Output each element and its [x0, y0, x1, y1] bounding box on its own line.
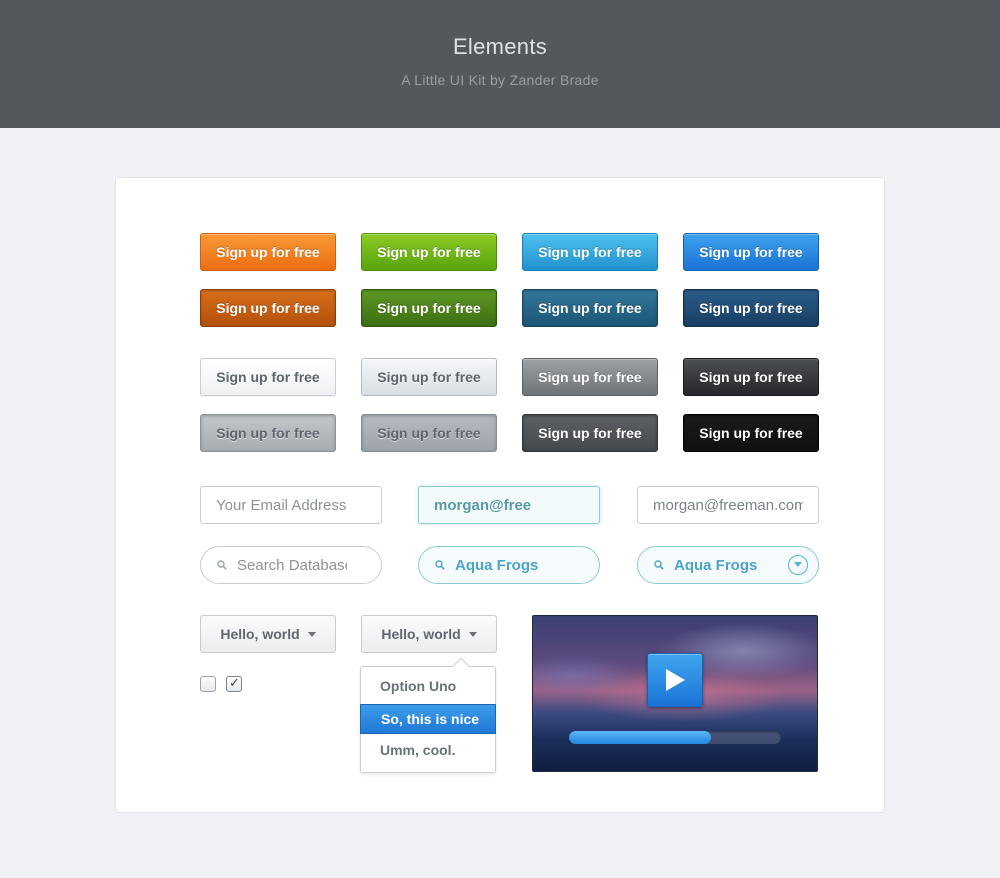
signup-button-orange[interactable]: Sign up for free — [200, 233, 336, 271]
search-icon — [652, 558, 666, 572]
dropdown-button-open[interactable]: Hello, world — [361, 615, 497, 653]
page-subtitle: A Little UI Kit by Zander Brade — [401, 72, 599, 88]
signup-button-black[interactable]: Sign up for free — [683, 358, 819, 396]
checkbox-unchecked[interactable] — [200, 676, 216, 692]
search-aqua-dropdown-field[interactable] — [637, 546, 819, 584]
menu-item-selected[interactable]: So, this is nice — [360, 704, 496, 734]
dropdown-label: Hello, world — [220, 626, 300, 642]
elements-card: Sign up for free Sign up for free Sign u… — [115, 177, 885, 813]
email-input-focused[interactable] — [418, 486, 600, 524]
chevron-down-icon[interactable] — [788, 555, 808, 575]
signup-button-cyan-pressed[interactable]: Sign up for free — [522, 289, 658, 327]
search-aqua-field[interactable] — [418, 546, 600, 584]
signup-button-gray[interactable]: Sign up for free — [522, 358, 658, 396]
video-progress-bar[interactable] — [569, 731, 781, 744]
search-input[interactable] — [237, 556, 347, 574]
dropdown-button[interactable]: Hello, world — [200, 615, 336, 653]
signup-button-white[interactable]: Sign up for free — [200, 358, 336, 396]
chevron-down-icon — [307, 631, 316, 637]
play-icon — [666, 669, 685, 691]
signup-button-silver[interactable]: Sign up for free — [361, 358, 497, 396]
search-input-aqua-dropdown[interactable] — [674, 556, 784, 574]
check-icon: ✓ — [229, 675, 240, 690]
signup-button-blue[interactable]: Sign up for free — [683, 233, 819, 271]
signup-button-green-pressed[interactable]: Sign up for free — [361, 289, 497, 327]
search-input-aqua[interactable] — [455, 556, 565, 574]
play-button[interactable] — [647, 653, 703, 707]
menu-item-option-uno[interactable]: Option Uno — [361, 671, 495, 701]
signup-button-cyan[interactable]: Sign up for free — [522, 233, 658, 271]
signup-button-blue-pressed[interactable]: Sign up for free — [683, 289, 819, 327]
signup-button-green[interactable]: Sign up for free — [361, 233, 497, 271]
dropdown-menu: Option Uno So, this is nice Umm, cool. — [360, 657, 496, 773]
chevron-down-icon — [468, 631, 477, 637]
checkbox-checked[interactable]: ✓ — [226, 675, 242, 692]
search-icon — [215, 558, 229, 572]
signup-button-black-pressed[interactable]: Sign up for free — [683, 414, 819, 452]
video-player[interactable] — [532, 615, 818, 772]
menu-item-umm-cool[interactable]: Umm, cool. — [361, 735, 495, 765]
email-input-filled[interactable] — [637, 486, 819, 524]
search-database-field[interactable] — [200, 546, 382, 584]
signup-button-orange-pressed[interactable]: Sign up for free — [200, 289, 336, 327]
signup-button-silver-pressed[interactable]: Sign up for free — [361, 414, 497, 452]
email-input[interactable] — [200, 486, 382, 524]
video-progress-fill — [569, 731, 712, 744]
page-title: Elements — [452, 34, 548, 59]
signup-button-white-pressed[interactable]: Sign up for free — [200, 414, 336, 452]
page-header: Elements A Little UI Kit by Zander Brade — [0, 0, 1000, 128]
dropdown-label: Hello, world — [381, 626, 461, 642]
signup-button-gray-pressed[interactable]: Sign up for free — [522, 414, 658, 452]
search-icon — [433, 558, 447, 572]
